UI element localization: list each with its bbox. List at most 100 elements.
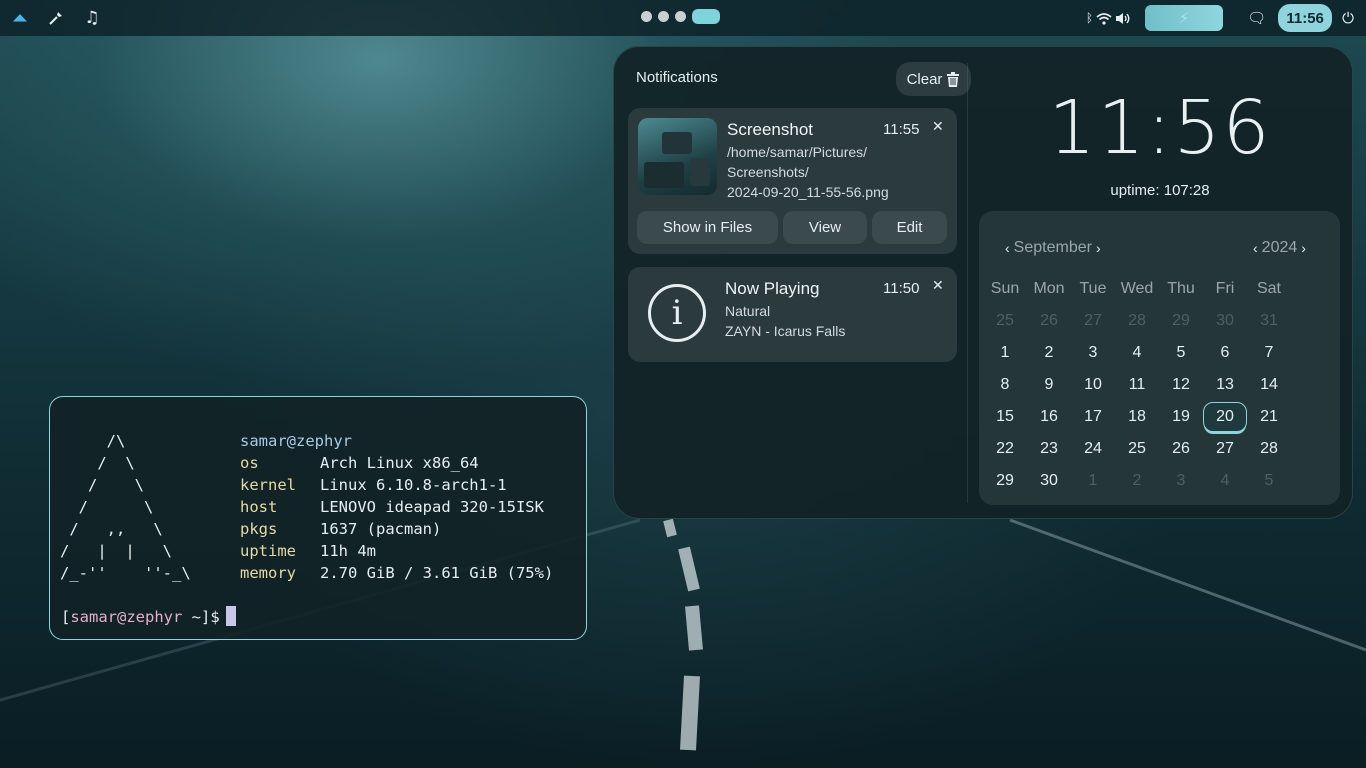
trash-icon bbox=[947, 71, 960, 87]
chevron-right-icon[interactable]: › bbox=[1096, 240, 1101, 256]
calendar-grid: Sun Mon Tue Wed Thu Fri Sat 25 26 27 28 29 30 31 1 2 3 4 5… bbox=[983, 273, 1337, 497]
calendar-day[interactable]: 23 bbox=[1027, 433, 1071, 465]
calendar-day[interactable]: 21 bbox=[1247, 401, 1291, 433]
fetch-row: memory 2.70 GiB / 3.61 GiB (75%) bbox=[240, 562, 553, 584]
calendar-day[interactable]: 26 bbox=[1027, 305, 1071, 337]
fetch-key: pkgs bbox=[240, 520, 278, 538]
calendar-day[interactable]: 24 bbox=[1071, 433, 1115, 465]
fetch-value: 2.70 GiB / 3.61 GiB (75%) bbox=[320, 564, 554, 582]
notifications-icon[interactable]: 🗨 bbox=[1247, 9, 1266, 27]
calendar-day[interactable]: 5 bbox=[1247, 465, 1291, 497]
notification-card-now-playing[interactable]: i Now Playing 11:50 ✕ Natural ZAYN - Ica… bbox=[628, 267, 957, 362]
calendar-day[interactable]: 1 bbox=[983, 337, 1027, 369]
calendar-day[interactable]: 2 bbox=[1027, 337, 1071, 369]
calendar-day[interactable]: 29 bbox=[983, 465, 1027, 497]
calendar-day[interactable]: 5 bbox=[1159, 337, 1203, 369]
weekday-header: Sun bbox=[990, 280, 1020, 297]
text-cursor bbox=[225, 606, 236, 626]
calendar-day[interactable]: 26 bbox=[1159, 433, 1203, 465]
notification-time: 11:55 bbox=[883, 121, 920, 138]
today-highlight: 20 bbox=[1203, 402, 1247, 432]
calendar-day[interactable]: 30 bbox=[1203, 305, 1247, 337]
calendar-day[interactable]: 14 bbox=[1247, 369, 1291, 401]
calendar-day[interactable]: 1 bbox=[1071, 465, 1115, 497]
terminal-window[interactable]: /\ / \ / \ / \ / ,, \ / | | \ /_-'' ''-_… bbox=[49, 396, 587, 640]
wifi-icon bbox=[1096, 12, 1112, 25]
calendar-day[interactable]: 7 bbox=[1247, 337, 1291, 369]
power-icon[interactable]: ⏻ bbox=[1342, 9, 1354, 27]
fetch-row: uptime 11h 4m bbox=[240, 540, 553, 562]
calendar-day[interactable]: 25 bbox=[983, 305, 1027, 337]
workspace-active[interactable] bbox=[692, 9, 720, 24]
calendar-day[interactable]: 16 bbox=[1027, 401, 1071, 433]
calendar-day[interactable]: 8 bbox=[983, 369, 1027, 401]
weekday-header: Fri bbox=[1215, 280, 1235, 297]
fetch-value: 1637 (pacman) bbox=[320, 520, 442, 538]
fetch-key: uptime bbox=[240, 542, 296, 560]
calendar-day[interactable]: 13 bbox=[1203, 369, 1247, 401]
calendar-day[interactable]: 3 bbox=[1159, 465, 1203, 497]
calendar-day[interactable]: 17 bbox=[1071, 401, 1115, 433]
notification-title: Screenshot bbox=[727, 120, 813, 139]
notification-card-screenshot[interactable]: Screenshot 11:55 ✕ /home/samar/Pictures/… bbox=[628, 108, 957, 254]
notification-body-line: ZAYN - Icarus Falls bbox=[725, 323, 846, 339]
calendar-day[interactable]: 30 bbox=[1027, 465, 1071, 497]
fetch-row: host LENOVO ideapad 320-15ISK bbox=[240, 496, 553, 518]
charging-bolt-icon: ⚡ bbox=[1178, 9, 1190, 27]
calendar-day[interactable]: 12 bbox=[1159, 369, 1203, 401]
workspace-indicator[interactable] bbox=[641, 9, 720, 24]
prompt-bracket: [ bbox=[61, 608, 71, 626]
month-selector: ‹ September › bbox=[1005, 239, 1101, 257]
calendar-day[interactable]: 2 bbox=[1115, 465, 1159, 497]
calendar-day[interactable]: 6 bbox=[1203, 337, 1247, 369]
calendar-day[interactable]: 29 bbox=[1159, 305, 1203, 337]
calendar-day[interactable]: 28 bbox=[1115, 305, 1159, 337]
show-in-files-button[interactable]: Show in Files bbox=[637, 211, 778, 244]
top-bar: ⏶ ♫ ᛒ ⚡ 🗨 11:56 ⏻ bbox=[0, 0, 1366, 36]
chevron-right-icon[interactable]: › bbox=[1301, 240, 1306, 256]
workspace-dot[interactable] bbox=[658, 11, 669, 22]
edit-button[interactable]: Edit bbox=[872, 211, 947, 244]
calendar-day[interactable]: 11 bbox=[1115, 369, 1159, 401]
shell-prompt[interactable]: [samar@zephyr ~]$ bbox=[61, 606, 236, 628]
calendar-day[interactable]: 10 bbox=[1071, 369, 1115, 401]
notification-body: Natural ZAYN - Icarus Falls bbox=[725, 301, 845, 341]
workspace-dot[interactable] bbox=[675, 11, 686, 22]
chevron-left-icon[interactable]: ‹ bbox=[1005, 240, 1010, 256]
color-picker-icon[interactable] bbox=[44, 6, 68, 30]
workspace-dot[interactable] bbox=[641, 11, 652, 22]
top-bar-right: ᛒ ⚡ 🗨 11:56 ⏻ bbox=[1086, 0, 1366, 36]
battery-indicator[interactable]: ⚡ bbox=[1145, 5, 1224, 31]
month-label: September bbox=[1013, 239, 1092, 256]
view-button[interactable]: View bbox=[783, 211, 867, 244]
top-bar-clock[interactable]: 11:56 bbox=[1278, 4, 1333, 32]
panel-divider bbox=[967, 63, 968, 503]
calendar-day[interactable]: 31 bbox=[1247, 305, 1291, 337]
music-note-icon[interactable]: ♫ bbox=[80, 6, 104, 30]
calendar-day[interactable]: 27 bbox=[1203, 433, 1247, 465]
uptime-label: uptime: 107:28 bbox=[1110, 182, 1210, 199]
screenshot-thumbnail[interactable] bbox=[638, 118, 717, 195]
calendar-day[interactable]: 18 bbox=[1115, 401, 1159, 433]
close-icon[interactable]: ✕ bbox=[932, 118, 944, 135]
calendar-day[interactable]: 27 bbox=[1071, 305, 1115, 337]
notifications-title: Notifications bbox=[636, 69, 718, 86]
calendar-day[interactable]: 4 bbox=[1203, 465, 1247, 497]
calendar-day[interactable]: 15 bbox=[983, 401, 1027, 433]
calendar-day[interactable]: 22 bbox=[983, 433, 1027, 465]
calendar-day[interactable]: 4 bbox=[1115, 337, 1159, 369]
arch-logo-icon[interactable]: ⏶ bbox=[8, 6, 32, 30]
year-selector: ‹ 2024 › bbox=[1253, 239, 1306, 257]
calendar-day-today[interactable]: 20 bbox=[1203, 401, 1247, 433]
calendar-day[interactable]: 28 bbox=[1247, 433, 1291, 465]
chevron-left-icon[interactable]: ‹ bbox=[1253, 240, 1258, 256]
system-status[interactable]: ᛒ bbox=[1086, 11, 1131, 25]
close-icon[interactable]: ✕ bbox=[932, 277, 944, 294]
calendar-day[interactable]: 9 bbox=[1027, 369, 1071, 401]
calendar-day[interactable]: 19 bbox=[1159, 401, 1203, 433]
calendar-day[interactable]: 3 bbox=[1071, 337, 1115, 369]
arch-ascii-logo: /\ / \ / \ / \ / ,, \ / | | \ /_-'' ''-_… bbox=[60, 432, 191, 582]
calendar-day[interactable]: 25 bbox=[1115, 433, 1159, 465]
clear-notifications-button[interactable]: Clear bbox=[896, 62, 971, 96]
notification-body-line: /home/samar/Pictures/ bbox=[727, 144, 868, 160]
